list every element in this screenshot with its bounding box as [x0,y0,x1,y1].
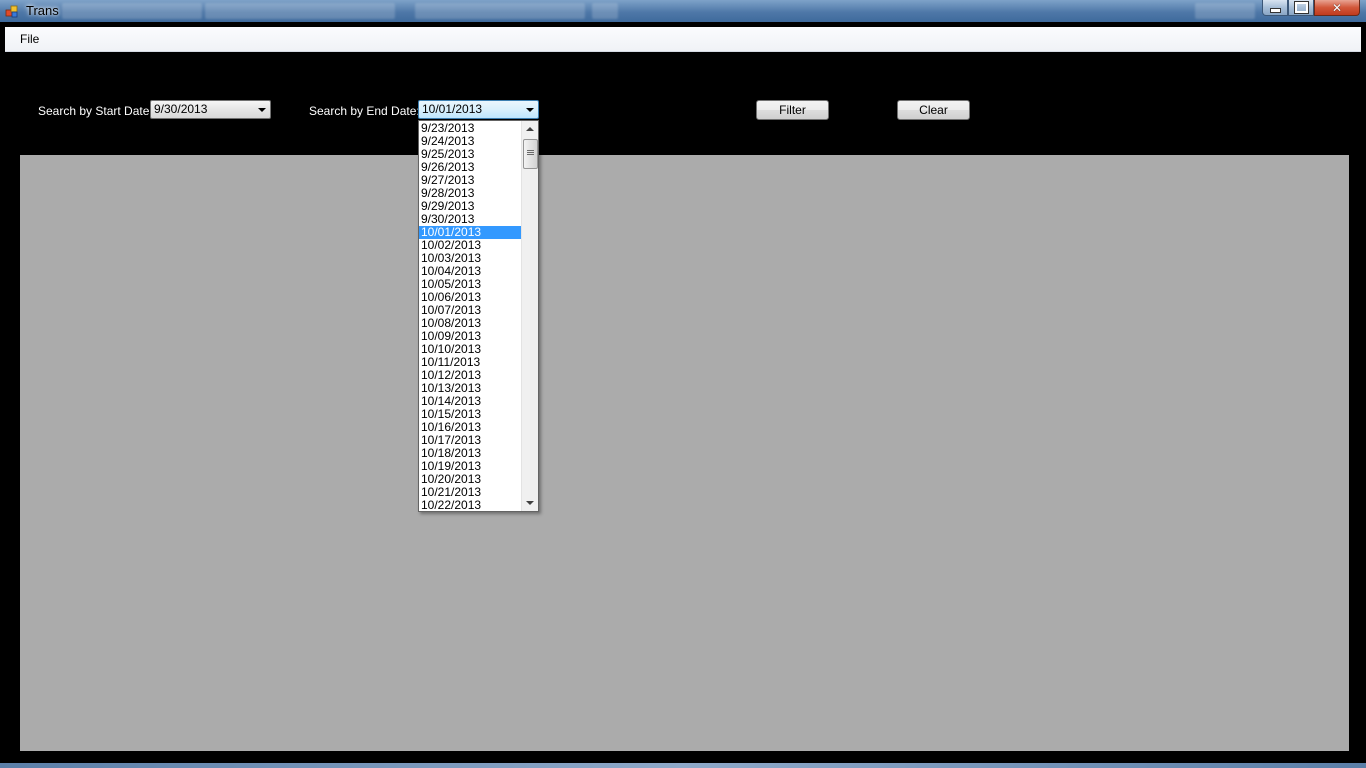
end-date-dropdown-list[interactable]: 9/23/2013 9/24/2013 9/25/2013 9/26/2013 9/27… [418,120,539,512]
title-bar[interactable]: Trans ✕ [0,0,1366,22]
data-grid[interactable] [20,155,1349,751]
maximize-button[interactable] [1288,0,1314,16]
end-date-combobox[interactable]: 10/01/2013 [418,100,539,119]
taskbar-edge [0,763,1366,768]
scroll-down-arrow-icon[interactable] [522,495,538,511]
end-date-value: 10/01/2013 [422,102,483,116]
start-date-combobox[interactable]: 9/30/2013 [150,100,271,119]
scroll-thumb[interactable] [523,139,538,169]
menu-bar: File [5,27,1361,52]
menu-file[interactable]: File [13,31,46,47]
chevron-down-icon[interactable] [526,108,534,112]
dropdown-options: 9/23/2013 9/24/2013 9/25/2013 9/26/2013 9/27… [419,122,522,512]
filter-button[interactable]: Filter [756,100,829,120]
app-window: Trans ✕ File Search by Start Date: 9/30/… [0,0,1366,768]
clear-button[interactable]: Clear [897,100,970,120]
close-button[interactable]: ✕ [1314,0,1360,16]
close-icon: ✕ [1331,0,1343,15]
minimize-button[interactable] [1262,0,1288,16]
caption-buttons: ✕ [1262,0,1360,16]
form-body: Search by Start Date: 9/30/2013 Search b… [5,52,1361,763]
end-date-label: Search by End Date: [309,104,420,118]
chevron-down-icon[interactable] [258,108,266,112]
minimize-icon [1269,8,1281,13]
app-icon [5,5,18,18]
start-date-value: 9/30/2013 [154,102,208,116]
window-title: Trans [26,3,59,18]
maximize-icon [1293,1,1309,14]
dropdown-option[interactable]: 10/22/2013 [419,499,522,512]
scroll-up-arrow-icon[interactable] [522,121,538,137]
dropdown-scrollbar[interactable] [521,121,538,511]
start-date-label: Search by Start Date: [38,104,153,118]
